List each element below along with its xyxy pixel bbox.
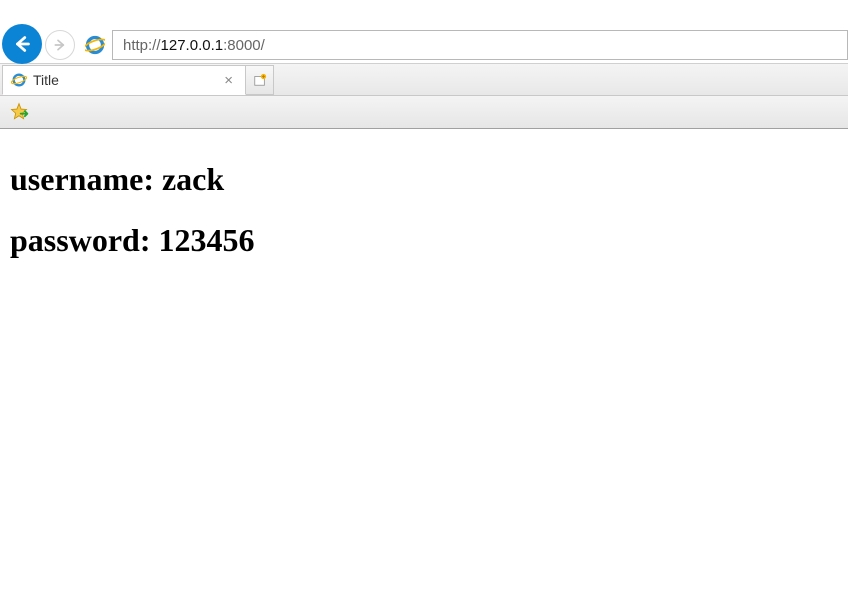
window-top-spacer xyxy=(0,0,848,27)
ie-favicon-icon xyxy=(11,72,27,88)
tab-close-button[interactable]: × xyxy=(220,72,237,89)
url-suffix: :8000/ xyxy=(223,37,265,54)
forward-button[interactable] xyxy=(45,30,75,60)
page-content: username: zack password: 123456 xyxy=(0,129,848,301)
add-favorites-button[interactable] xyxy=(8,101,30,123)
arrow-right-icon xyxy=(52,37,68,53)
navigation-toolbar: http://127.0.0.1:8000/ xyxy=(0,27,848,64)
favorites-toolbar xyxy=(0,96,848,129)
back-button[interactable] xyxy=(2,24,42,64)
url-prefix: http:// xyxy=(123,37,161,54)
ie-logo-icon xyxy=(81,31,109,59)
password-line: password: 123456 xyxy=(10,222,838,259)
username-line: username: zack xyxy=(10,161,838,198)
url-host: 127.0.0.1 xyxy=(161,37,224,54)
browser-tab[interactable]: Title × xyxy=(2,65,246,95)
address-bar[interactable]: http://127.0.0.1:8000/ xyxy=(112,30,848,60)
new-tab-icon xyxy=(253,73,267,87)
star-arrow-icon xyxy=(9,102,29,122)
tab-bar: Title × xyxy=(0,64,848,96)
arrow-left-icon xyxy=(11,33,33,55)
tab-title: Title xyxy=(33,72,220,88)
new-tab-button[interactable] xyxy=(246,65,274,95)
